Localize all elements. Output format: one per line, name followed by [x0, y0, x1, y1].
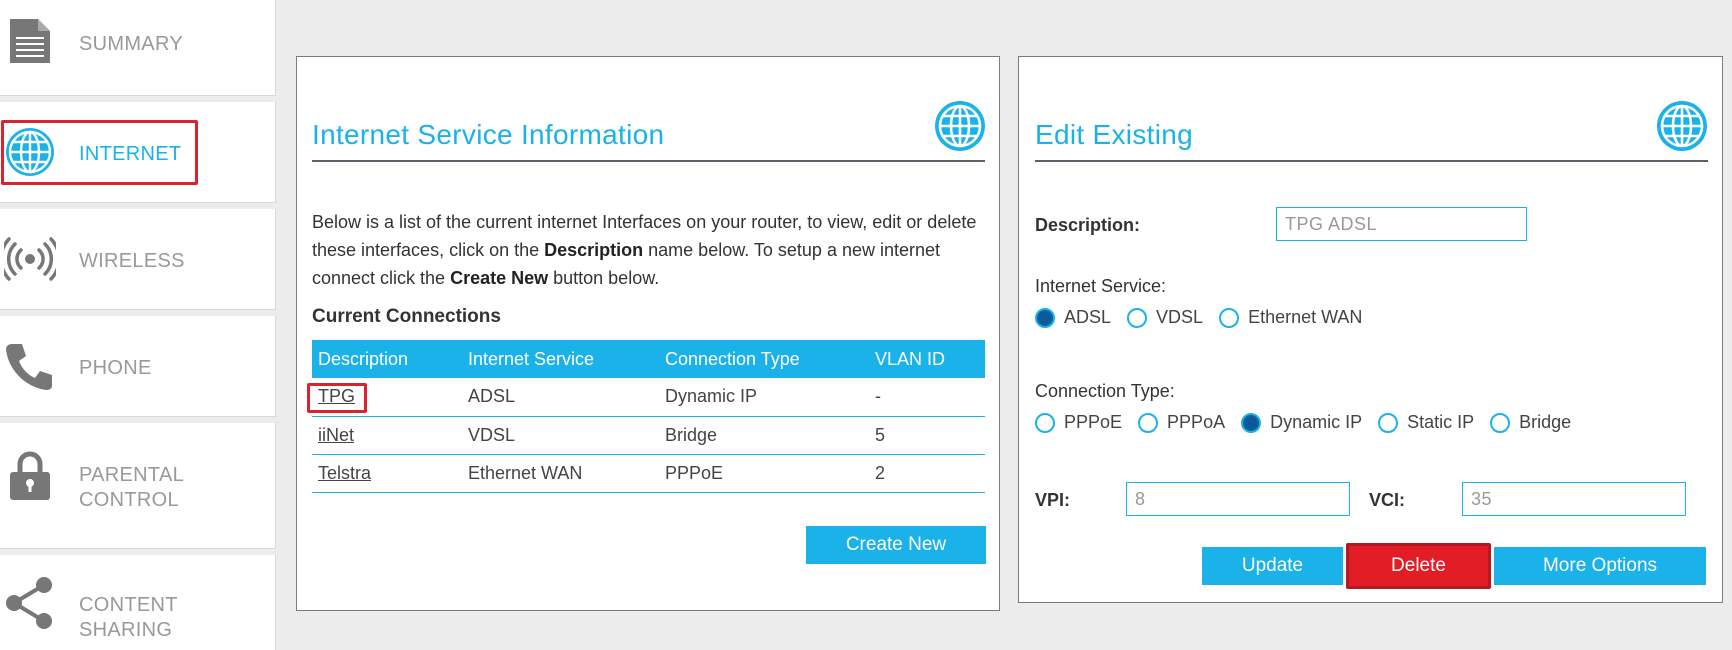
sidebar-item-wireless[interactable]: WIRELESS — [0, 209, 276, 310]
column-header: Description — [312, 340, 462, 378]
sidebar-item-label: CONTENT SHARING — [79, 594, 178, 641]
radio-indicator[interactable] — [1219, 307, 1240, 328]
radio-label: ADSL — [1064, 307, 1112, 327]
share-icon — [6, 577, 52, 629]
more-options-button[interactable]: More Options — [1494, 547, 1706, 585]
radio-label: PPPoA — [1167, 412, 1226, 432]
tpg-link-highlight — [307, 383, 367, 413]
table-cell: Dynamic IP — [659, 378, 869, 417]
description-label: Description: — [1035, 215, 1141, 235]
table-cell: Ethernet WAN — [462, 454, 659, 493]
radio-option-adsl[interactable]: ADSL — [1035, 307, 1111, 328]
radio-label: Dynamic IP — [1270, 412, 1363, 432]
update-button[interactable]: Update — [1202, 547, 1343, 585]
sidebar-item-phone[interactable]: PHONE — [0, 316, 276, 417]
table-row: Telstra Ethernet WAN PPPoE 2 — [312, 454, 985, 493]
radio-label: PPPoE — [1064, 412, 1123, 432]
sidebar-item-summary[interactable]: SUMMARY — [0, 0, 276, 96]
radio-indicator[interactable] — [1127, 307, 1148, 328]
radio-indicator[interactable] — [1378, 412, 1399, 433]
radio-label: Ethernet WAN — [1248, 307, 1363, 327]
vci-field[interactable] — [1462, 482, 1686, 516]
table-cell: - — [869, 378, 985, 417]
table-cell: 2 — [869, 454, 985, 493]
sidebar-item-parental-control[interactable]: PARENTAL CONTROL — [0, 423, 276, 549]
radio-indicator[interactable] — [1138, 412, 1159, 433]
radio-option-pppoa[interactable]: PPPoA — [1138, 412, 1225, 433]
globe-icon — [1657, 101, 1707, 151]
table-row: iiNet VDSL Bridge 5 — [312, 416, 985, 455]
sidebar-item-label: WIRELESS — [79, 250, 185, 272]
intro-text: Below is a list of the current internet … — [312, 212, 977, 288]
column-header: Connection Type — [659, 340, 869, 378]
title-divider — [1035, 160, 1708, 162]
internet-service-panel: Internet Service Information Below is a … — [296, 56, 1000, 611]
radio-selected-indicator[interactable] — [1035, 307, 1055, 328]
radio-label: Bridge — [1519, 412, 1572, 432]
radio-label: Static IP — [1407, 412, 1475, 432]
table-cell: 5 — [869, 416, 985, 455]
radio-option-pppoe[interactable]: PPPoE — [1035, 412, 1122, 433]
globe-icon — [935, 101, 985, 151]
active-item-highlight — [1, 120, 198, 185]
sidebar: SUMMARY INTERNET WIRELESS PHONE PARENTAL… — [0, 0, 276, 650]
connection-type-label: Connection Type: — [1035, 381, 1175, 401]
sidebar-item-label: PHONE — [79, 357, 152, 379]
delete-button[interactable]: Delete — [1349, 546, 1488, 586]
description-field[interactable] — [1276, 207, 1527, 241]
column-header: Internet Service — [462, 340, 659, 378]
radio-option-static-ip[interactable]: Static IP — [1378, 412, 1474, 433]
internet-service-options: ADSL VDSL Ethernet WAN — [1035, 307, 1378, 328]
connections-table: Description Internet Service Connection … — [312, 340, 985, 493]
table-row: TPG ADSL Dynamic IP - — [312, 378, 985, 417]
sidebar-item-label: PARENTAL CONTROL — [79, 464, 185, 511]
radio-indicator[interactable] — [1490, 412, 1511, 433]
connection-type-options: PPPoE PPPoA Dynamic IP Static IP Bridge — [1035, 412, 1587, 433]
table-cell: Bridge — [659, 416, 869, 455]
vpi-label: VPI: — [1035, 490, 1071, 510]
table-header-row: Description Internet Service Connection … — [312, 340, 985, 378]
radio-option-dynamic-ip[interactable]: Dynamic IP — [1241, 412, 1362, 433]
table-cell: PPPoE — [659, 454, 869, 493]
radio-indicator[interactable] — [1035, 412, 1055, 433]
current-connections-heading: Current Connections — [312, 306, 501, 327]
radio-option-vdsl[interactable]: VDSL — [1127, 307, 1203, 328]
column-header: VLAN ID — [869, 340, 985, 378]
title-divider — [312, 160, 985, 162]
radio-label: VDSL — [1156, 307, 1204, 327]
wireless-signal-icon — [4, 237, 56, 281]
internet-service-label: Internet Service: — [1035, 276, 1167, 296]
sidebar-item-content-sharing[interactable]: CONTENT SHARING — [0, 555, 276, 650]
panel-title: Edit Existing — [1035, 119, 1193, 150]
panel-title: Internet Service Information — [312, 119, 665, 150]
sidebar-item-label: SUMMARY — [79, 33, 183, 55]
connection-link-telstra[interactable]: Telstra — [318, 463, 371, 483]
radio-selected-indicator[interactable] — [1241, 412, 1262, 433]
radio-option-bridge[interactable]: Bridge — [1490, 412, 1571, 433]
table-cell: VDSL — [462, 416, 659, 455]
vpi-field[interactable] — [1126, 482, 1350, 516]
document-icon — [10, 19, 50, 63]
create-new-button[interactable]: Create New — [806, 526, 986, 564]
phone-icon — [6, 344, 52, 390]
lock-icon — [10, 451, 50, 500]
connection-link-iinet[interactable]: iiNet — [318, 425, 354, 445]
edit-existing-panel: Edit Existing Description: Internet Serv… — [1018, 56, 1723, 603]
radio-option-ethernet-wan[interactable]: Ethernet WAN — [1219, 307, 1362, 328]
table-cell: ADSL — [462, 378, 659, 417]
vci-label: VCI: — [1369, 490, 1405, 510]
